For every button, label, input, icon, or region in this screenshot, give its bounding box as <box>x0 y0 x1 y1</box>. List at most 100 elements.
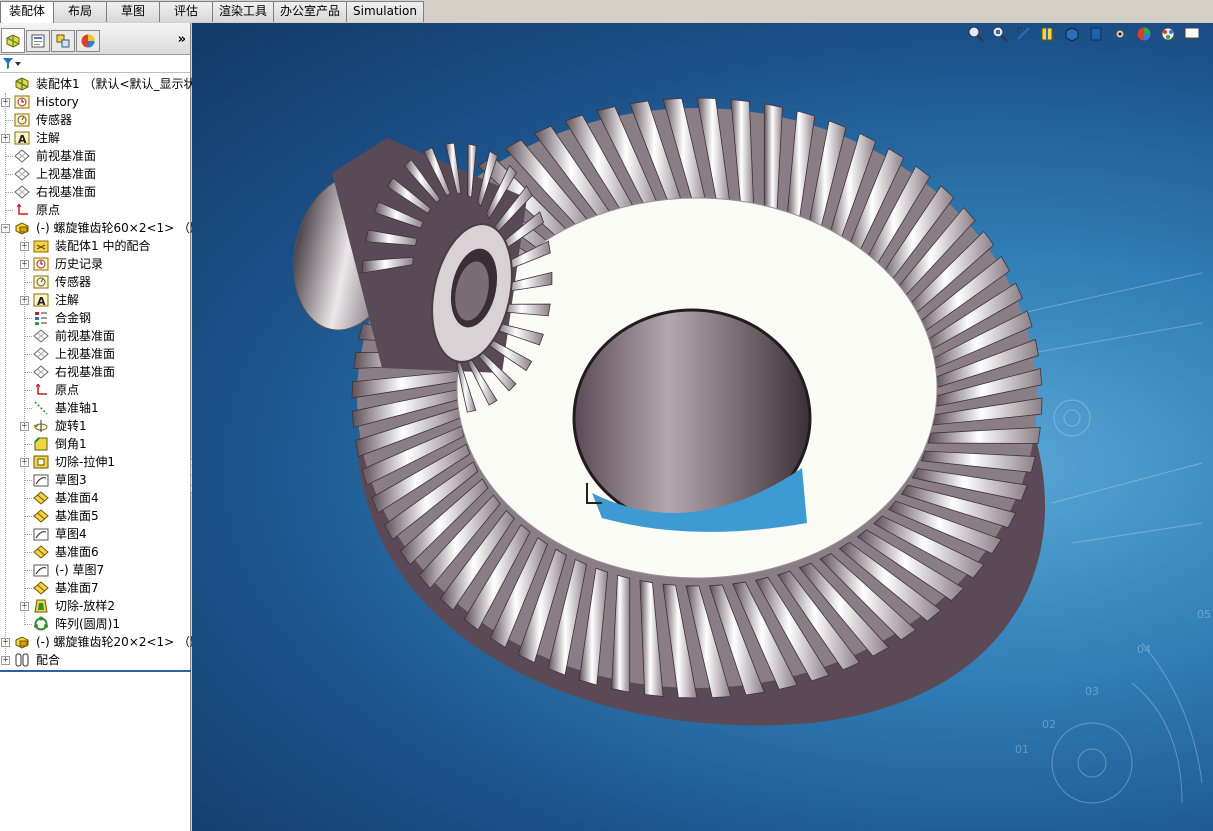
tree-item-label: 基准面5 <box>55 509 99 523</box>
tree-item[interactable]: + 切除-拉伸1 <box>0 453 190 471</box>
tree-item[interactable]: + 配合 <box>0 651 190 669</box>
configuration-manager-icon <box>56 34 70 48</box>
annotation-icon: A <box>33 292 49 308</box>
tree-item[interactable]: 右视基准面 <box>0 183 190 201</box>
plane-icon <box>33 328 49 344</box>
tab-assembly[interactable]: 装配体 <box>0 1 54 23</box>
tab-office-products[interactable]: 办公室产品 <box>273 1 348 22</box>
tree-item[interactable]: + History <box>0 93 190 111</box>
tree-item[interactable]: 前视基准面 <box>0 327 190 345</box>
tree-item-label: 倒角1 <box>55 437 87 451</box>
tree-item-label: 注解 <box>55 293 80 307</box>
tree-connector <box>24 390 32 391</box>
tree-item[interactable]: 基准面6 <box>0 543 190 561</box>
tree-item[interactable]: 基准面4 <box>0 489 190 507</box>
tree-connector <box>5 210 13 211</box>
tab-sketch[interactable]: 草图 <box>106 1 160 22</box>
tree-connector <box>24 552 32 553</box>
tree-item-label: (-) 螺旋锥齿轮20×2<1> （默认 <box>36 635 215 649</box>
tree-guide-line <box>5 93 6 659</box>
tree-item[interactable]: 装配体1 （默认<默认_显示状态-1 <box>0 75 219 93</box>
tree-item[interactable]: + 切除-放样2 <box>0 597 190 615</box>
apply-scene-icon[interactable] <box>1159 25 1177 43</box>
graphics-viewport[interactable]: 05 04 03 02 01 <box>192 23 1213 831</box>
chevron-down-icon[interactable] <box>15 61 21 66</box>
tree-item[interactable]: 基准轴1 <box>0 399 190 417</box>
zoom-to-fit-icon[interactable] <box>967 25 985 43</box>
feature-manager-tab[interactable] <box>1 28 25 53</box>
revolve-icon <box>33 418 49 434</box>
tree-item[interactable]: 合金钢 <box>0 309 190 327</box>
viewport-canvas: 05 04 03 02 01 <box>293 97 1211 804</box>
tree-connector <box>24 444 32 445</box>
sensor-icon <box>33 274 49 290</box>
tree-item[interactable]: + 装配体1 中的配合 <box>0 237 190 255</box>
configuration-manager-tab[interactable] <box>51 30 75 52</box>
tree-connector <box>24 588 32 589</box>
tree-item-label: History <box>36 95 79 109</box>
tree-item[interactable]: 原点 <box>0 201 190 219</box>
svg-text:01: 01 <box>1015 743 1029 756</box>
tree-item-label: 原点 <box>55 383 80 397</box>
expand-panel-button[interactable]: » <box>178 32 186 47</box>
tree-item[interactable]: 前视基准面 <box>0 147 190 165</box>
origin-icon <box>14 202 30 218</box>
tree-item[interactable]: (-) 草图7 <box>0 561 190 579</box>
tree-item-label: 配合 <box>36 653 61 667</box>
tree-item[interactable]: 草图3 <box>0 471 190 489</box>
tree-item[interactable]: + 旋转1 <box>0 417 190 435</box>
tree-item[interactable]: 基准面5 <box>0 507 190 525</box>
origin-icon <box>33 382 49 398</box>
feature-manager-icon <box>6 33 20 48</box>
tab-simulation[interactable]: Simulation <box>346 1 424 22</box>
tree-item-label: 上视基准面 <box>55 347 116 361</box>
tab-evaluate[interactable]: 评估 <box>159 1 213 22</box>
tree-item[interactable]: 传感器 <box>0 111 190 129</box>
zoom-area-icon[interactable] <box>991 25 1009 43</box>
history-icon <box>14 94 30 110</box>
filter-icon[interactable] <box>3 58 13 69</box>
hide-show-icon[interactable] <box>1111 25 1129 43</box>
view-settings-icon[interactable] <box>1183 25 1201 43</box>
tree-item-label: 历史记录 <box>55 257 104 271</box>
tree-item[interactable]: + A 注解 <box>0 129 190 147</box>
tab-layout[interactable]: 布局 <box>53 1 107 22</box>
tree-item[interactable]: 草图4 <box>0 525 190 543</box>
mates-icon <box>14 652 30 668</box>
svg-text:04: 04 <box>1137 643 1151 656</box>
view-orientation-icon[interactable] <box>1063 25 1081 43</box>
display-manager-tab[interactable] <box>76 30 100 52</box>
property-manager-tab[interactable] <box>26 30 50 52</box>
tree-connector <box>5 120 13 121</box>
tree-item[interactable]: 上视基准面 <box>0 345 190 363</box>
sketch-icon <box>33 472 49 488</box>
manager-tabs: » <box>0 23 190 55</box>
tree-item-label: 传感器 <box>36 113 73 127</box>
sketch-icon <box>33 526 49 542</box>
tree-item-label: 注解 <box>36 131 61 145</box>
sensor-icon <box>14 112 30 128</box>
tree-connector <box>5 156 13 157</box>
tree-item[interactable]: 上视基准面 <box>0 165 190 183</box>
tree-item[interactable]: 基准面7 <box>0 579 190 597</box>
filter-row <box>0 55 190 73</box>
previous-view-icon[interactable] <box>1015 25 1033 43</box>
tree-item[interactable]: 倒角1 <box>0 435 190 453</box>
ref-plane-icon <box>33 580 49 596</box>
tree-connector <box>24 282 32 283</box>
tree-item[interactable]: 阵列(圆周)1 <box>0 615 190 633</box>
tree-item[interactable]: 原点 <box>0 381 190 399</box>
tree-item[interactable]: + A 注解 <box>0 291 190 309</box>
tree-item[interactable]: − (-) 螺旋锥齿轮60×2<1> （默认 <box>0 219 214 237</box>
display-style-icon[interactable] <box>1087 25 1105 43</box>
tree-item[interactable]: + (-) 螺旋锥齿轮20×2<1> （默认 <box>0 633 214 651</box>
tree-item[interactable]: 右视基准面 <box>0 363 190 381</box>
edit-appearance-icon[interactable] <box>1135 25 1153 43</box>
circular-pattern-icon <box>33 616 49 632</box>
tree-item[interactable]: 传感器 <box>0 273 190 291</box>
tree-item-label: 基准面4 <box>55 491 99 505</box>
tree-item[interactable]: + 历史记录 <box>0 255 190 273</box>
tree-item-label: (-) 草图7 <box>55 563 105 577</box>
tab-render-tools[interactable]: 渲染工具 <box>212 1 275 22</box>
section-view-icon[interactable] <box>1039 25 1057 43</box>
